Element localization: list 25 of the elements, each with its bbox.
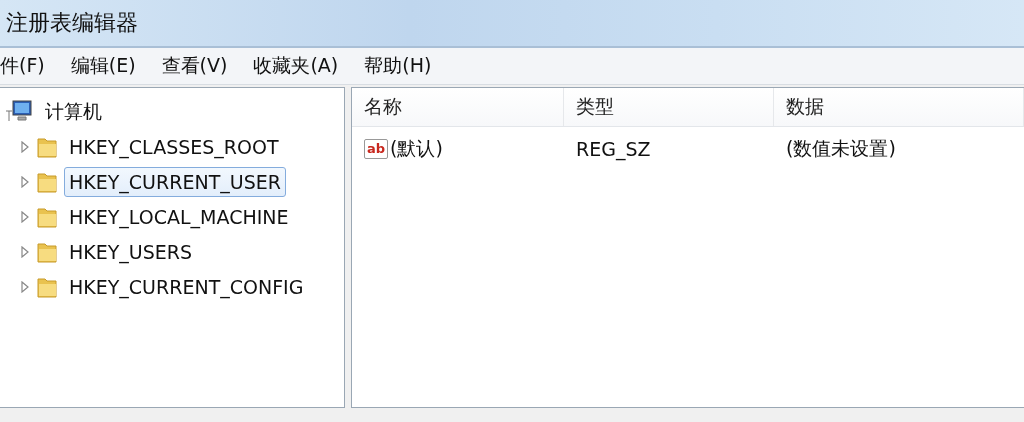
menu-item[interactable]: 收藏夹(A)	[253, 53, 339, 79]
tree-item[interactable]: HKEY_LOCAL_MACHINE	[64, 201, 294, 232]
menu-item[interactable]: 件(F)	[0, 53, 45, 79]
menu-item[interactable]: 帮助(H)	[364, 53, 432, 79]
table-cell-text: (默认)	[390, 136, 443, 161]
table-cell-text: (数值未设置)	[785, 136, 897, 161]
column-header[interactable]: 名称	[352, 88, 564, 126]
collapsed-arrow-icon[interactable]	[20, 140, 30, 153]
collapsed-arrow-icon[interactable]	[20, 280, 30, 293]
menu-item[interactable]: 查看(V)	[161, 53, 228, 79]
tree-item[interactable]: HKEY_USERS	[64, 236, 198, 267]
collapsed-arrow-icon[interactable]	[20, 210, 30, 223]
window-title: 注册表编辑器	[6, 9, 138, 37]
tree-item[interactable]: HKEY_CURRENT_CONFIG	[64, 271, 309, 302]
string-value-icon: ab	[364, 139, 389, 159]
collapsed-arrow-icon[interactable]	[20, 175, 30, 188]
tree-item[interactable]: HKEY_CLASSES_ROOT	[64, 131, 284, 162]
column-header[interactable]: 数据	[774, 88, 1024, 126]
table-row[interactable]: ab (默认) REG_SZ (数值未设置)	[352, 129, 1024, 169]
collapsed-arrow-icon[interactable]	[20, 245, 30, 258]
table-cell-text: REG_SZ	[575, 137, 652, 163]
tree-item[interactable]: 计算机	[40, 94, 107, 129]
menu-item[interactable]: 编辑(E)	[70, 53, 136, 79]
column-header[interactable]: 类型	[564, 88, 774, 126]
tree-item[interactable]: HKEY_CURRENT_USER	[64, 166, 286, 197]
